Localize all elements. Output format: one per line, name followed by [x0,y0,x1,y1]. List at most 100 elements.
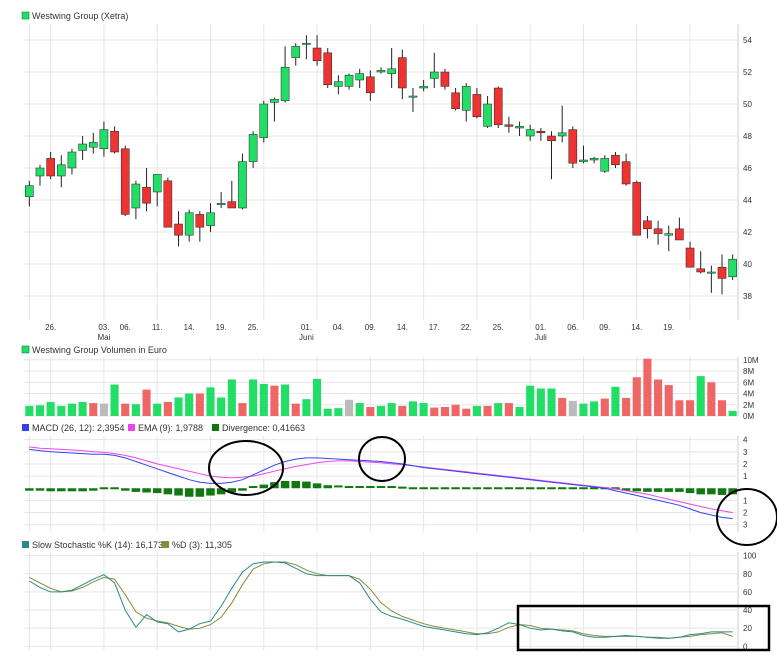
candle-body [248,134,258,162]
volume-bar [131,404,140,416]
divergence-title: Divergence: 0,41663 [222,423,305,433]
candle-body [621,161,631,185]
volume-ytick-label: 0M [743,412,754,421]
volume-bar [387,403,396,416]
month-label: Juli [535,333,547,342]
volume-bar [526,385,535,416]
candle-body [184,212,194,236]
candle-body [99,129,109,150]
candle-body [291,46,301,58]
volume-bar [323,408,332,416]
volume-ytick-label: 10M [743,356,759,365]
volume-ytick-label: 8M [743,367,754,376]
price-ytick-label: 38 [743,292,752,301]
candle-body [131,183,141,209]
volume-bar [163,401,172,416]
candle-body [344,74,354,87]
candle-body [557,132,567,137]
candle-body [195,214,205,228]
divergence-bar [376,486,386,489]
volume-bar [611,386,620,416]
divergence-bar [557,487,567,490]
volume-bar [142,389,151,416]
candle-body [366,76,375,94]
divergence-bar [259,484,269,489]
divergence-bar [78,488,87,492]
macd-ytick-label: 3 [743,448,748,457]
candle-body [493,87,503,126]
date-tick-label: 26. [45,323,56,332]
divergence-bar [67,488,77,492]
candle-body [653,228,663,234]
volume-bar [35,405,45,416]
candle-body [152,174,162,193]
stoch-d-title: %D (3): 11,305 [172,540,232,550]
volume-bar [46,401,55,416]
candle-body [589,158,599,161]
candle-body [270,98,279,103]
candle-body [515,126,524,129]
divergence-bar [110,487,119,490]
volume-bar [25,405,34,416]
volume-bar [376,405,386,416]
divergence-bar [99,487,109,490]
date-tick-label: 06. [120,323,131,332]
volume-bar [291,403,300,416]
candle-body [632,182,642,236]
volume-bar [67,403,77,416]
divergence-bar [536,487,546,490]
candle-body [355,73,364,81]
divergence-bar [248,486,258,489]
volume-bar [451,404,460,416]
price-ytick-label: 44 [743,196,752,205]
divergence-bar [398,486,407,489]
volume-title: Westwing Group Volumen in Euro [32,345,167,355]
volume-bar [632,377,641,416]
price-legend-swatch [21,11,30,20]
divergence-bar [131,488,141,492]
volume-bar [728,410,737,416]
divergence-bar [515,487,524,490]
price-title: Westwing Group (Xetra) [32,11,128,21]
divergence-bar [291,480,301,489]
candle-body [398,57,407,89]
candle-body [664,233,674,236]
volume-bar [643,358,652,416]
divergence-bar [696,488,705,495]
date-tick-label: 06. [567,323,578,332]
candle-body [504,124,514,127]
stoch-k-legend-swatch [22,541,29,548]
candle-body [376,70,386,73]
date-tick-label: 25. [493,323,504,332]
divergence-bar [302,481,311,489]
candle-body [675,228,684,241]
divergence-bar [366,486,375,489]
candle-body [483,103,492,127]
volume-bar [153,403,162,416]
divergence-bar [547,487,556,490]
volume-ytick-label: 6M [743,378,754,387]
ema-legend-swatch [128,424,135,431]
candle-body [685,247,695,268]
volume-bar [89,403,98,416]
candle-body [568,129,578,164]
candle-body [216,202,226,206]
divergence-bar [632,488,642,492]
volume-bar [259,383,268,416]
volume-bar [355,403,364,416]
candle-body [579,159,588,162]
macd-ytick-label: 3 [743,521,748,530]
divergence-bar [504,487,514,490]
divergence-bar [174,488,183,496]
volume-bar [622,398,631,416]
volume-bar [440,407,449,416]
candle-body [707,271,716,274]
divergence-bar [280,480,290,489]
candle-body [67,151,77,169]
volume-bar [504,403,513,416]
divergence-bar [525,487,535,490]
candle-body [280,66,290,102]
stoch-ytick-label: 60 [743,588,752,597]
macd-ytick-label: 2 [743,509,748,518]
volume-bar [419,403,428,416]
